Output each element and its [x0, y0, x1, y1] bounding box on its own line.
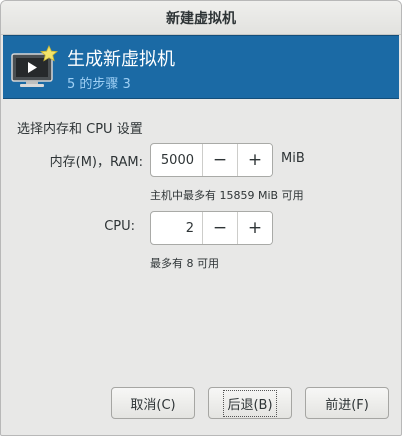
memory-label: 内存(M)，RAM: [49, 155, 143, 170]
wizard-title: 生成新虚拟机 [67, 49, 175, 70]
memory-decrement-button[interactable]: − [202, 144, 237, 176]
cpu-value[interactable]: 2 [151, 212, 202, 244]
wizard-header: 生成新虚拟机 5 的步骤 3 [3, 35, 399, 99]
back-button[interactable]: 后退(B) [208, 387, 292, 419]
cpu-decrement-button[interactable]: − [202, 212, 237, 244]
cancel-button[interactable]: 取消(C) [111, 387, 195, 419]
back-button-label: 后退(B) [223, 389, 277, 417]
memory-hint: 主机中最多有 15859 MiB 可用 [150, 189, 304, 202]
title-bar[interactable]: 新建虚拟机 [1, 1, 401, 35]
wizard-step-indicator: 5 的步骤 3 [67, 77, 131, 92]
section-title: 选择内存和 CPU 设置 [17, 122, 143, 137]
window-title: 新建虚拟机 [166, 10, 236, 27]
memory-value[interactable]: 5000 [151, 144, 202, 176]
new-vm-dialog: 新建虚拟机 生成新虚拟机 5 的步骤 3 选择内存和 CPU 设置 内存(M)，… [0, 0, 402, 436]
cpu-increment-button[interactable]: + [237, 212, 272, 244]
memory-spinbox[interactable]: 5000 − + [150, 143, 273, 177]
cpu-spinbox[interactable]: 2 − + [150, 211, 273, 245]
memory-unit: MiB [281, 151, 305, 166]
cpu-hint: 最多有 8 可用 [150, 257, 219, 270]
forward-button[interactable]: 前进(F) [305, 387, 389, 419]
forward-button-label: 前进(F) [325, 397, 369, 413]
vm-monitor-star-icon [11, 45, 59, 87]
memory-increment-button[interactable]: + [237, 144, 272, 176]
cancel-button-label: 取消(C) [130, 397, 176, 413]
cpu-label: CPU: [104, 219, 135, 234]
